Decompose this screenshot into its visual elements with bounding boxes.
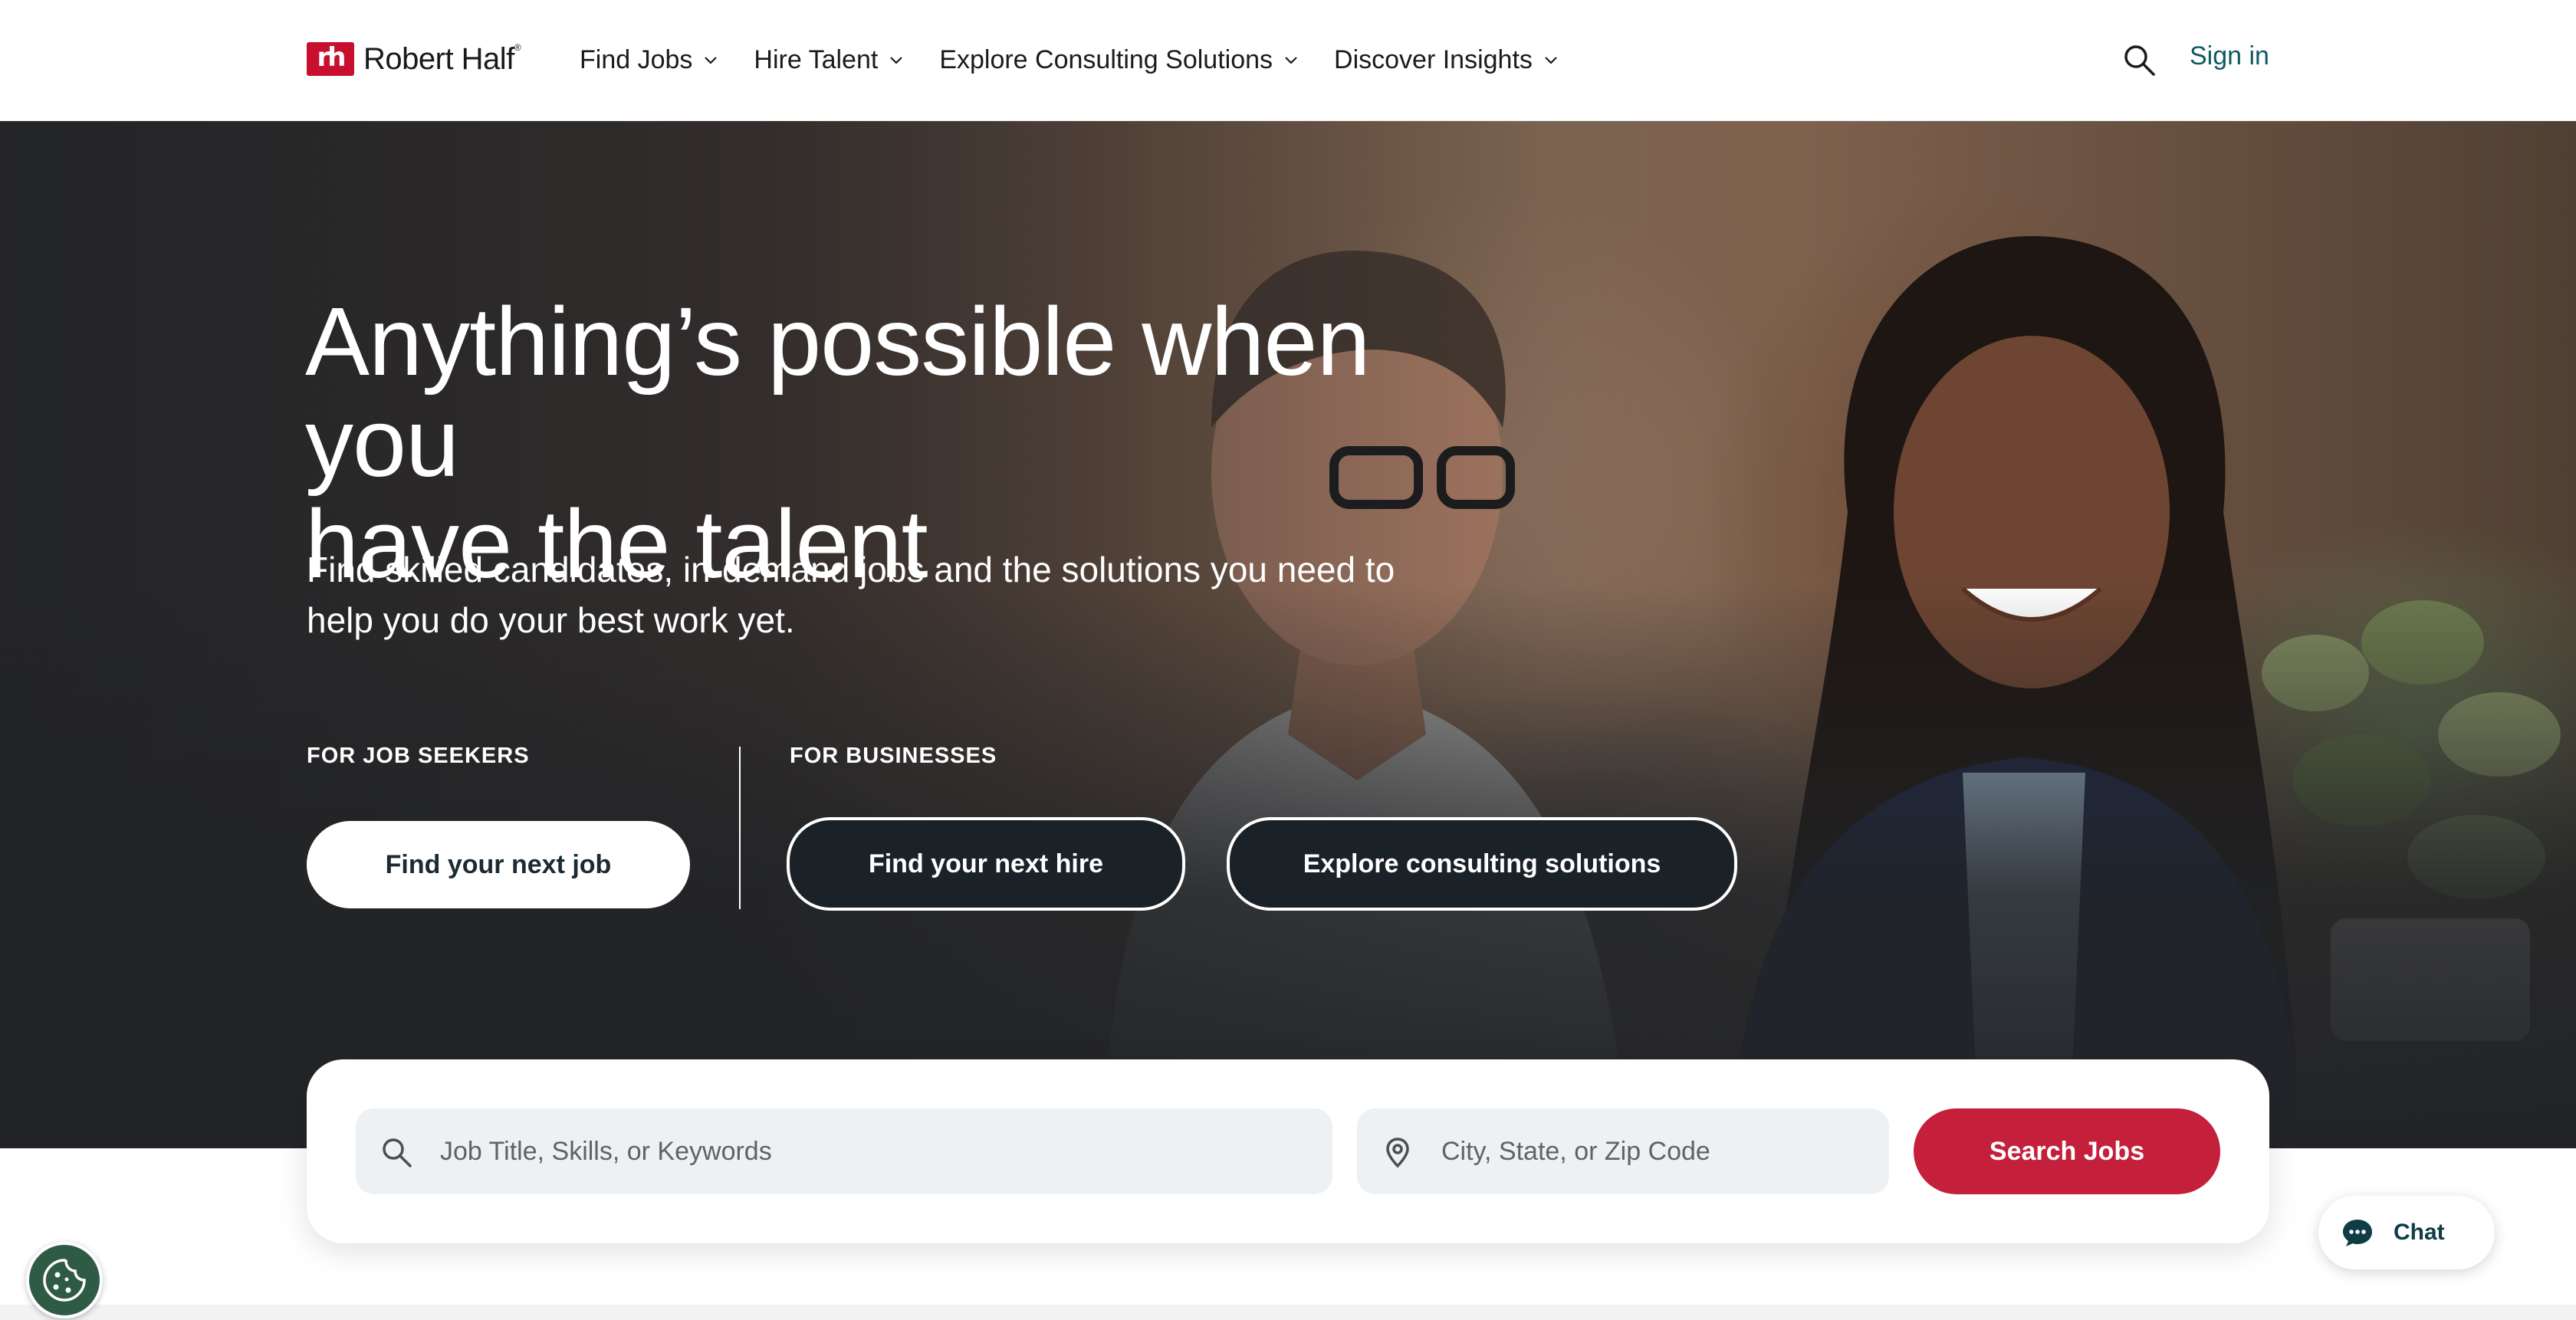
nav-hire-talent-label: Hire Talent <box>754 44 879 74</box>
chat-label: Chat <box>2394 1220 2445 1245</box>
keywords-input[interactable] <box>440 1108 1317 1194</box>
cookie-preferences-button[interactable] <box>26 1242 103 1318</box>
hero-subtitle: Find skilled candidates, in-demand jobs … <box>307 550 1395 640</box>
search-jobs-button[interactable]: Search Jobs <box>1914 1108 2220 1194</box>
chat-bubble-icon <box>2343 1220 2372 1246</box>
chevron-down-icon <box>1545 57 1557 64</box>
keywords-field <box>356 1108 1332 1194</box>
cookie-icon <box>43 1259 86 1302</box>
chevron-down-icon <box>890 57 903 64</box>
location-field <box>1357 1108 1889 1194</box>
chevron-down-icon <box>1285 57 1297 64</box>
sign-in-link[interactable]: Sign in <box>2190 41 2269 71</box>
site-header: rh Robert Half® Find Jobs Hire Talent Ex… <box>0 0 2576 121</box>
main-nav: Find Jobs Hire Talent Explore Consulting… <box>580 41 1594 78</box>
segment-divider <box>739 747 741 909</box>
location-input[interactable] <box>1441 1108 1874 1194</box>
for-businesses-label: FOR BUSINESSES <box>790 744 997 768</box>
nav-discover-insights[interactable]: Discover Insights <box>1334 45 1559 75</box>
for-job-seekers-label: FOR JOB SEEKERS <box>307 744 530 768</box>
nav-explore-consulting-label: Explore Consulting Solutions <box>939 44 1273 74</box>
find-next-job-button[interactable]: Find your next job <box>307 821 690 908</box>
nav-discover-insights-label: Discover Insights <box>1334 44 1533 74</box>
nav-hire-talent[interactable]: Hire Talent <box>754 45 904 75</box>
nav-find-jobs-label: Find Jobs <box>580 44 693 74</box>
logo-wordmark: Robert Half® <box>363 41 521 76</box>
explore-consulting-button[interactable]: Explore consulting solutions <box>1227 817 1737 911</box>
find-next-hire-button[interactable]: Find your next hire <box>787 817 1185 911</box>
nav-find-jobs[interactable]: Find Jobs <box>580 45 718 75</box>
robert-half-logo[interactable]: rh Robert Half® <box>307 40 521 78</box>
job-search-form: Search Jobs <box>307 1059 2269 1243</box>
logo-mark: rh <box>307 42 354 76</box>
search-icon[interactable] <box>2122 43 2156 77</box>
chat-button[interactable]: Chat <box>2318 1196 2495 1269</box>
search-icon <box>383 1138 412 1167</box>
chevron-down-icon <box>705 57 718 64</box>
hero-banner: Anything’s possible when you have the tal… <box>0 121 2576 1148</box>
next-section-edge <box>0 1305 2576 1320</box>
nav-explore-consulting[interactable]: Explore Consulting Solutions <box>939 45 1299 75</box>
map-pin-icon <box>1386 1138 1409 1168</box>
